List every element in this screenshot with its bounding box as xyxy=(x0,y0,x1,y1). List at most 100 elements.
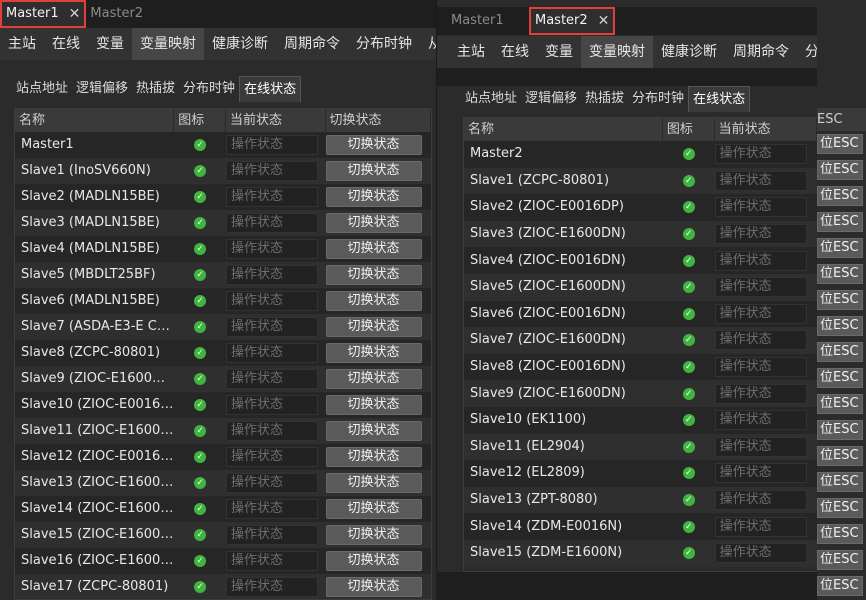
current-state-field[interactable]: 操作状态 xyxy=(226,343,318,363)
current-state-field[interactable]: 操作状态 xyxy=(226,577,318,597)
current-state-field[interactable]: 操作状态 xyxy=(226,447,318,467)
table-row[interactable]: Slave10 (ZIOC-E0016DN) ✓ 操作状态 切换状态 xyxy=(15,392,431,418)
current-state-field[interactable]: 操作状态 xyxy=(714,490,807,511)
reset-esc-button[interactable]: 位ESC xyxy=(817,238,863,258)
current-state-field[interactable]: 操作状态 xyxy=(714,170,807,191)
current-state-field[interactable]: 操作状态 xyxy=(714,410,807,431)
current-state-field[interactable]: 操作状态 xyxy=(226,213,318,233)
current-state-field[interactable]: 操作状态 xyxy=(714,144,807,165)
table-row[interactable]: Slave9 (ZIOC-E1600DN) ✓ 操作状态 xyxy=(464,380,817,407)
current-state-field[interactable]: 操作状态 xyxy=(226,265,318,285)
table-row[interactable]: Slave7 (ASDA-E3-E Co... ✓ 操作状态 切换状态 xyxy=(15,314,431,340)
table-row[interactable]: Slave11 (ZIOC-E1600DN) ✓ 操作状态 切换状态 xyxy=(15,418,431,444)
column-header-name[interactable]: 名称 xyxy=(464,118,663,141)
reset-esc-button[interactable]: 位ESC xyxy=(817,342,863,362)
column-header-current-state[interactable]: 当前状态 xyxy=(226,109,326,132)
switch-state-button[interactable]: 切换状态 xyxy=(325,187,422,207)
current-state-field[interactable]: 操作状态 xyxy=(714,357,807,378)
table-row[interactable]: Slave13 (ZPT-8080) ✓ 操作状态 xyxy=(464,486,817,514)
menu-item[interactable]: 周期命令 xyxy=(276,28,348,60)
column-header-current-state[interactable]: 当前状态 xyxy=(715,118,817,141)
current-state-field[interactable]: 操作状态 xyxy=(226,395,318,415)
menu-item[interactable]: 变量 xyxy=(537,36,581,68)
switch-state-button[interactable]: 切换状态 xyxy=(325,499,422,519)
table-row[interactable]: Slave11 (EL2904) ✓ 操作状态 xyxy=(464,433,817,461)
current-state-field[interactable]: 操作状态 xyxy=(714,463,807,484)
close-icon[interactable]: ✕ xyxy=(598,7,610,35)
reset-esc-button[interactable]: 位ESC xyxy=(817,550,863,570)
table-row[interactable]: Slave4 (MADLN15BE) ✓ 操作状态 切换状态 xyxy=(15,236,431,262)
reset-esc-button[interactable]: 位ESC xyxy=(817,368,863,388)
table-row[interactable]: Slave14 (ZDM-E0016N) ✓ 操作状态 xyxy=(464,513,817,540)
menu-item[interactable]: 变量 xyxy=(88,28,132,60)
table-row[interactable]: Slave3 (ZIOC-E1600DN) ✓ 操作状态 xyxy=(464,220,817,248)
reset-esc-button[interactable]: 位ESC xyxy=(817,498,863,518)
subtab[interactable]: 分布时钟 xyxy=(628,86,688,112)
close-icon[interactable]: ✕ xyxy=(69,0,81,28)
subtab[interactable]: 在线状态 xyxy=(688,86,751,112)
subtab[interactable]: 站点地址 xyxy=(12,76,72,102)
switch-state-button[interactable]: 切换状态 xyxy=(325,291,422,311)
subtab[interactable]: 分布时钟 xyxy=(179,76,239,102)
menu-item[interactable]: 健康诊断 xyxy=(204,28,276,60)
current-state-field[interactable]: 操作状态 xyxy=(226,499,318,519)
column-header-name[interactable]: 名称 xyxy=(15,109,175,132)
table-row[interactable]: Slave8 (ZIOC-E0016DN) ✓ 操作状态 xyxy=(464,353,817,381)
current-state-field[interactable]: 操作状态 xyxy=(226,551,318,571)
table-row[interactable]: Slave4 (ZIOC-E0016DN) ✓ 操作状态 xyxy=(464,247,817,274)
table-row[interactable]: Slave15 (ZDM-E1600N) ✓ 操作状态 xyxy=(464,539,817,567)
reset-esc-button[interactable]: 位ESC xyxy=(817,316,863,336)
reset-esc-button[interactable]: 位ESC xyxy=(817,446,863,466)
menu-item[interactable]: 健康诊断 xyxy=(653,36,725,68)
current-state-field[interactable]: 操作状态 xyxy=(714,383,807,404)
current-state-field[interactable]: 操作状态 xyxy=(226,473,318,493)
menu-item[interactable]: 变量映射 xyxy=(581,36,653,68)
switch-state-button[interactable]: 切换状态 xyxy=(325,317,422,337)
table-row[interactable]: Slave10 (EK1100) ✓ 操作状态 xyxy=(464,406,817,434)
current-state-field[interactable]: 操作状态 xyxy=(714,330,807,351)
table-row[interactable]: Slave5 (MBDLT25BF) ✓ 操作状态 切换状态 xyxy=(15,262,431,288)
table-row[interactable]: Slave15 (ZIOC-E1600DN) ✓ 操作状态 切换状态 xyxy=(15,522,431,548)
table-row[interactable]: Slave1 (ZCPC-80801) ✓ 操作状态 xyxy=(464,167,817,195)
current-state-field[interactable]: 操作状态 xyxy=(714,277,807,298)
table-row[interactable]: Slave9 (ZIOC-E1600DN) ✓ 操作状态 切换状态 xyxy=(15,366,431,392)
column-header-icon[interactable]: 图标 xyxy=(174,109,226,132)
current-state-field[interactable]: 操作状态 xyxy=(226,525,318,545)
subtab[interactable]: 站点地址 xyxy=(461,86,521,112)
table-row[interactable]: Slave17 (ZCPC-80801) ✓ 操作状态 切换状态 xyxy=(15,574,431,599)
switch-state-button[interactable]: 切换状态 xyxy=(325,447,422,467)
switch-state-button[interactable]: 切换状态 xyxy=(325,161,422,181)
table-row[interactable]: Slave1 (InoSV660N) ✓ 操作状态 切换状态 xyxy=(15,158,431,184)
current-state-field[interactable]: 操作状态 xyxy=(226,421,318,441)
table-row[interactable]: Slave6 (MADLN15BE) ✓ 操作状态 切换状态 xyxy=(15,288,431,314)
table-row[interactable]: Slave13 (ZIOC-E1600DN) ✓ 操作状态 切换状态 xyxy=(15,470,431,496)
current-state-field[interactable]: 操作状态 xyxy=(226,369,318,389)
switch-state-button[interactable]: 切换状态 xyxy=(325,395,422,415)
doc-tab-master1[interactable]: Master1 ✕ xyxy=(0,0,87,28)
column-header-icon[interactable]: 图标 xyxy=(663,118,715,141)
switch-state-button[interactable]: 切换状态 xyxy=(325,421,422,441)
menu-item[interactable]: 主站 xyxy=(437,36,493,68)
switch-state-button[interactable]: 切换状态 xyxy=(325,213,422,233)
switch-state-button[interactable]: 切换状态 xyxy=(325,265,422,285)
subtab[interactable]: 逻辑偏移 xyxy=(521,86,581,112)
switch-state-button[interactable]: 切换状态 xyxy=(325,239,422,259)
doc-tab-master2[interactable]: Master2 xyxy=(86,0,147,28)
switch-state-button[interactable]: 切换状态 xyxy=(325,525,422,545)
current-state-field[interactable]: 操作状态 xyxy=(226,239,318,259)
reset-esc-button[interactable]: 位ESC xyxy=(817,290,863,310)
column-header-switch-state[interactable]: 切换状态 xyxy=(326,109,431,132)
subtab[interactable]: 逻辑偏移 xyxy=(72,76,132,102)
current-state-field[interactable]: 操作状态 xyxy=(714,516,807,537)
doc-tab-master1[interactable]: Master1 xyxy=(437,7,527,35)
menu-item[interactable]: 分布时钟 xyxy=(348,28,420,60)
reset-esc-button[interactable]: 位ESC xyxy=(817,186,863,206)
reset-esc-button[interactable]: 位ESC xyxy=(817,134,863,154)
reset-esc-button[interactable]: 位ESC xyxy=(817,160,863,180)
reset-esc-button[interactable]: 位ESC xyxy=(817,264,863,284)
table-row[interactable]: Master2 ✓ 操作状态 xyxy=(464,141,817,168)
menu-item[interactable]: 周期命令 xyxy=(725,36,797,68)
current-state-field[interactable]: 操作状态 xyxy=(226,291,318,311)
current-state-field[interactable]: 操作状态 xyxy=(714,197,807,218)
table-row[interactable]: Slave12 (ZIOC-E0016DN) ✓ 操作状态 切换状态 xyxy=(15,444,431,470)
